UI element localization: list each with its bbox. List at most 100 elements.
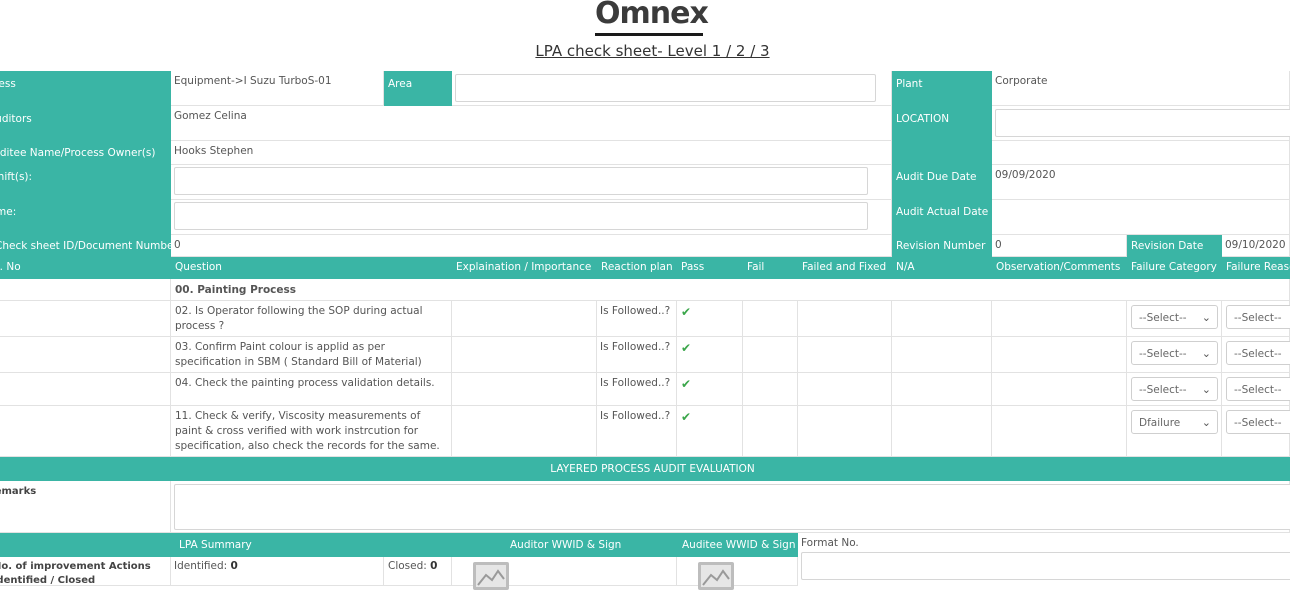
auditee-row-fill — [892, 141, 992, 165]
remarks-input[interactable] — [174, 484, 1290, 530]
auditor-sign-cell — [452, 557, 677, 586]
failure-reason-select[interactable]: --Select--⌄ — [1226, 377, 1290, 401]
revision-number-value: 0 — [992, 235, 1127, 257]
row-3-reaction-cell: Is Followed..? — [597, 373, 677, 406]
auditee-row-blank — [992, 141, 1290, 165]
failure-reason-select[interactable]: --Select--⌄ — [1226, 305, 1290, 329]
row-3-fail-cell — [743, 373, 798, 406]
row-2-reaction-cell: Is Followed..? — [597, 337, 677, 373]
select-value: --Select-- — [1234, 417, 1282, 429]
col-na: N/A — [892, 257, 982, 273]
auditee-label: Auditee Name/Process Owner(s) — [0, 141, 171, 165]
failure-category-select[interactable]: Dfailure⌄ — [1131, 410, 1218, 434]
row-2-pass-cell: ✔ — [677, 337, 743, 373]
closed-cell: Closed: 0 — [384, 557, 452, 586]
row-2-na-cell — [892, 337, 992, 373]
row-4-na-cell — [892, 406, 992, 457]
failure-reason-select[interactable]: --Select--⌄ — [1226, 410, 1290, 434]
failure-category-select[interactable]: --Select-- ⌄ — [1131, 305, 1218, 329]
remarks-cell — [171, 481, 1290, 533]
select-value: --Select-- — [1139, 348, 1187, 360]
failure-category-select[interactable]: --Select--⌄ — [1131, 377, 1218, 401]
time-input[interactable] — [174, 202, 868, 230]
auditors-label: Auditors — [0, 106, 171, 141]
question-text: 02. Is Operator following the SOP during… — [171, 301, 451, 334]
remarks-label: Remarks — [0, 481, 171, 533]
docnum-value: 0 — [171, 235, 892, 257]
lpa-summary-label: LPA Summary — [175, 535, 256, 551]
failure-reason-select[interactable]: --Select--⌄ — [1226, 341, 1290, 365]
row-4-explanation-cell — [452, 406, 597, 457]
row-1-pass-cell: ✔ — [677, 301, 743, 337]
row-2-reason-cell: --Select--⌄ — [1222, 337, 1290, 373]
row-2-explanation-cell — [452, 337, 597, 373]
audit-due-value: 09/09/2020 — [992, 165, 1290, 200]
auditee-signature-image-icon[interactable] — [697, 561, 735, 591]
actions-label: No. of improvement Actions identified / … — [0, 557, 171, 586]
question-text: 04. Check the painting process validatio… — [171, 373, 451, 391]
section-title: 00. Painting Process — [171, 279, 1290, 301]
row-4-observation-cell — [992, 406, 1127, 457]
select-value: --Select-- — [1139, 312, 1187, 324]
pass-check-icon[interactable]: ✔ — [677, 301, 742, 319]
select-value: --Select-- — [1234, 384, 1282, 396]
row-1-reaction-cell: Is Followed..? — [597, 301, 677, 337]
identified-label: Identified: — [174, 560, 227, 572]
reaction-plan-text: Is Followed..? — [597, 337, 676, 353]
row-4-no-cell — [0, 406, 171, 457]
col-failure-reason: Failure Reason — [1222, 257, 1290, 273]
table-header: S. No Question Explaination / Importance… — [0, 257, 1290, 279]
row-4-reaction-cell: Is Followed..? — [597, 406, 677, 457]
location-input[interactable] — [995, 109, 1290, 137]
location-cell — [992, 106, 1290, 141]
pass-check-icon[interactable]: ✔ — [677, 337, 742, 355]
revision-date-value: 09/10/2020 — [1222, 235, 1290, 257]
identified-value: 0 — [231, 560, 238, 572]
shift-input[interactable] — [174, 167, 868, 195]
pass-check-icon[interactable]: ✔ — [677, 406, 742, 424]
chevron-down-icon: ⌄ — [1202, 311, 1211, 324]
section-no-cell — [0, 279, 171, 301]
row-2-category-cell: --Select-- ⌄ — [1127, 337, 1222, 373]
area-input[interactable] — [455, 74, 876, 102]
row-1-explanation-cell — [452, 301, 597, 337]
area-cell — [452, 71, 892, 106]
question-text: 11. Check & verify, Viscosity measuremen… — [171, 406, 451, 454]
revision-number-label: Revision Number — [892, 235, 992, 257]
col-reaction: Reaction plan — [597, 257, 679, 273]
plant-label: Plant — [892, 71, 992, 106]
chevron-down-icon: ⌄ — [1202, 347, 1211, 360]
row-2-observation-cell — [992, 337, 1127, 373]
logo-underline — [595, 33, 703, 36]
time-cell — [171, 200, 892, 235]
closed-value: 0 — [430, 560, 437, 572]
reaction-plan-text: Is Followed..? — [597, 301, 676, 317]
row-1-no-cell — [0, 301, 171, 337]
chevron-down-icon: ⌄ — [1202, 383, 1211, 396]
evaluation-title: LAYERED PROCESS AUDIT EVALUATION — [0, 457, 1290, 481]
auditor-signature-image-icon[interactable] — [472, 561, 510, 591]
audit-actual-value[interactable] — [992, 200, 1290, 235]
reaction-plan-text: Is Followed..? — [597, 406, 676, 422]
reaction-plan-text: Is Followed..? — [597, 373, 676, 389]
row-2-question-cell: 03. Confirm Paint colour is applid as pe… — [171, 337, 452, 373]
row-2-no-cell — [0, 337, 171, 373]
row-4-fail-cell — [743, 406, 798, 457]
process-value: Equipment->I Suzu TurboS-01 — [171, 71, 384, 106]
row-3-no-cell — [0, 373, 171, 406]
row-4-reason-cell: --Select--⌄ — [1222, 406, 1290, 457]
pass-check-icon[interactable]: ✔ — [677, 373, 742, 391]
row-4-pass-cell: ✔ — [677, 406, 743, 457]
col-pass: Pass — [677, 257, 737, 273]
failure-category-select[interactable]: --Select-- ⌄ — [1131, 341, 1218, 365]
select-value: --Select-- — [1234, 348, 1282, 360]
shift-cell — [171, 165, 892, 200]
summary-header: LPA Summary Auditor WWID & Sign Auditee … — [0, 533, 798, 557]
format-label: Format No. — [801, 537, 859, 549]
auditors-value: Gomez Celina — [171, 106, 892, 141]
row-3-pass-cell: ✔ — [677, 373, 743, 406]
audit-actual-label: Audit Actual Date — [892, 200, 992, 235]
format-input[interactable] — [801, 552, 1290, 580]
row-4-question-cell: 11. Check & verify, Viscosity measuremen… — [171, 406, 452, 457]
shift-label: Shift(s): — [0, 165, 171, 200]
